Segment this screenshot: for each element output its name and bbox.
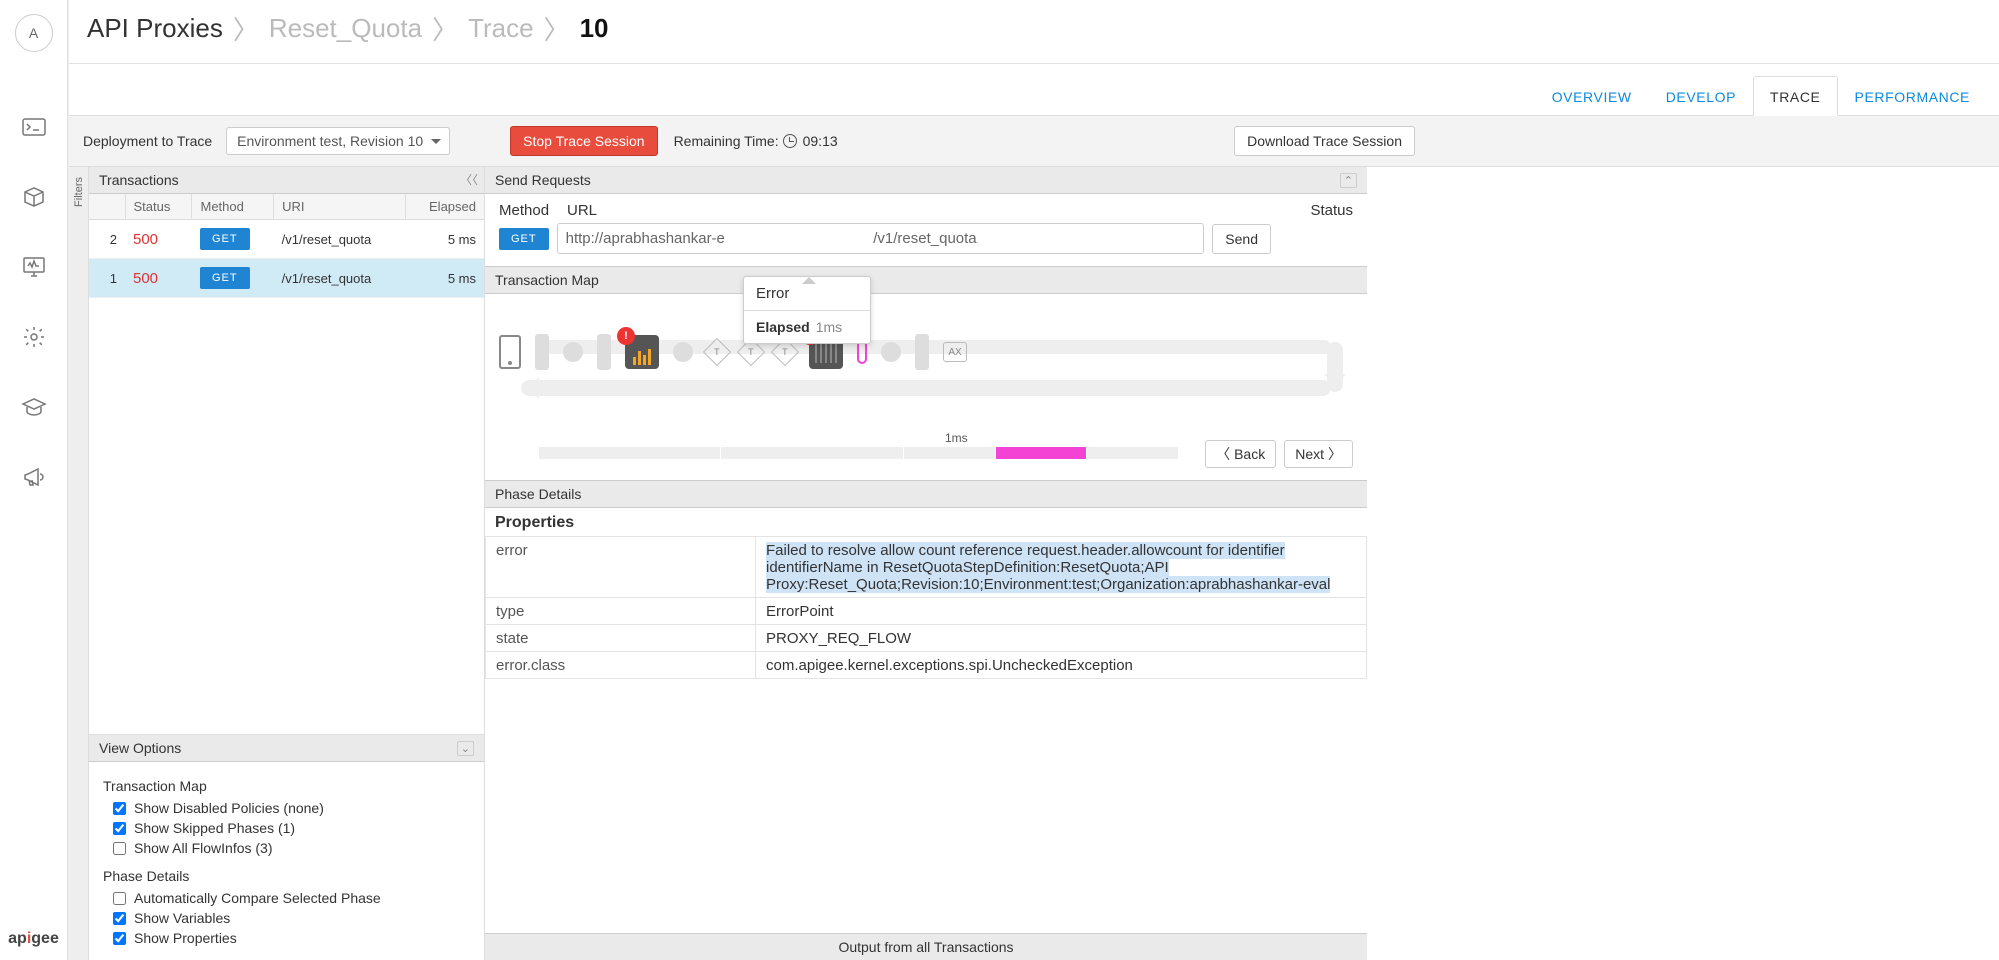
opt-skipped-phases[interactable]: Show Skipped Phases (1) [113, 820, 470, 836]
clock-icon [783, 134, 797, 148]
url-input[interactable]: http://aprabhashankar-e /v1/reset_quota [557, 223, 1205, 254]
grad-cap-icon[interactable] [21, 394, 47, 420]
send-button[interactable]: Send [1212, 224, 1271, 254]
back-button[interactable]: 〈Back [1205, 440, 1276, 468]
client-icon[interactable] [499, 335, 521, 369]
analytics-icon[interactable]: AX [943, 342, 967, 362]
gear-icon[interactable] [21, 324, 47, 350]
url-label: URL [567, 202, 1283, 219]
breadcrumb: API Proxies 〉 Reset_Quota 〉 Trace 〉 10 [69, 0, 1999, 64]
flow-step[interactable] [563, 342, 583, 362]
col-elapsed: Elapsed [405, 194, 484, 220]
col-uri: URI [274, 194, 405, 220]
environment-dropdown[interactable]: Environment test, Revision 10 [226, 127, 450, 155]
apigee-logo: apigee [8, 930, 59, 948]
megaphone-icon[interactable] [21, 464, 47, 490]
transaction-map-header: Transaction Map [485, 266, 1367, 294]
tabs-bar: OVERVIEW DEVELOP TRACE PERFORMANCE [69, 64, 1999, 116]
view-options-header: View Options ⌄ [89, 735, 484, 762]
chevron-left-icon: 〈 [1216, 444, 1230, 464]
status-label: Status [1283, 202, 1353, 219]
tab-overview[interactable]: OVERVIEW [1535, 76, 1649, 116]
flow-bar [597, 334, 611, 370]
method-button[interactable]: GET [499, 228, 549, 250]
opt-all-flowinfos[interactable]: Show All FlowInfos (3) [113, 840, 470, 856]
property-row: typeErrorPoint [486, 598, 1367, 625]
crumb-proxy[interactable]: Reset_Quota [269, 13, 422, 44]
property-row: statePROXY_REQ_FLOW [486, 625, 1367, 652]
properties-title: Properties [485, 508, 1367, 536]
opt-show-properties[interactable]: Show Properties [113, 930, 470, 946]
transactions-table: Status Method URI Elapsed 2 500 GET /v1/… [89, 194, 484, 298]
timeline-label: 1ms [945, 431, 968, 445]
output-bar: Output from all Transactions [485, 933, 1367, 960]
chevron-right-icon: 〉 [1328, 444, 1342, 464]
vo-tm-title: Transaction Map [103, 778, 470, 794]
content: Filters Transactions 〈〈 Status Meth [69, 167, 1999, 960]
timeline-row: 1ms 〈Back Next〉 [485, 400, 1367, 480]
tab-performance[interactable]: PERFORMANCE [1838, 76, 1988, 116]
avatar[interactable]: A [15, 14, 53, 52]
flow-step[interactable] [881, 342, 901, 362]
view-options: View Options ⌄ Transaction Map Show Disa… [89, 734, 484, 960]
tab-trace[interactable]: TRACE [1753, 76, 1837, 116]
timeline[interactable]: 1ms [539, 447, 1179, 461]
phase-details-header: Phase Details [485, 480, 1367, 508]
monitor-icon[interactable] [21, 254, 47, 280]
crumb-revision: 10 [580, 13, 609, 44]
transaction-row[interactable]: 2 500 GET /v1/reset_quota 5 ms [89, 220, 484, 259]
chevron-right-icon: 〉 [544, 10, 570, 47]
col-status: Status [125, 194, 192, 220]
remaining-time: Remaining Time: 09:13 [674, 133, 838, 149]
transactions-header: Transactions 〈〈 [89, 167, 484, 194]
opt-disabled-policies[interactable]: Show Disabled Policies (none) [113, 800, 470, 816]
flow-bar [535, 334, 549, 370]
download-trace-button[interactable]: Download Trace Session [1234, 126, 1415, 156]
left-panel: Filters Transactions 〈〈 Status Meth [69, 167, 485, 960]
box-icon[interactable] [21, 184, 47, 210]
collapse-left-icon[interactable]: 〈〈 [460, 171, 478, 188]
tooltip-title: Error [744, 277, 870, 311]
trace-toolbar: Deployment to Trace Environment test, Re… [69, 116, 1999, 167]
main: API Proxies 〉 Reset_Quota 〉 Trace 〉 10 O… [68, 0, 1999, 960]
method-label: Method [499, 202, 567, 219]
left-rail: A apigee [0, 0, 68, 960]
error-badge-icon: ! [617, 327, 635, 345]
quota-policy-icon[interactable]: ! [625, 335, 659, 369]
property-row: errorFailed to resolve allow count refer… [486, 537, 1367, 598]
flow-step[interactable] [673, 342, 693, 362]
error-tooltip: Error Elapsed1ms [743, 276, 871, 344]
deployment-label: Deployment to Trace [83, 133, 212, 149]
opt-show-variables[interactable]: Show Variables [113, 910, 470, 926]
opt-auto-compare[interactable]: Automatically Compare Selected Phase [113, 890, 470, 906]
next-button[interactable]: Next〉 [1284, 440, 1353, 468]
col-method: Method [192, 194, 274, 220]
terminal-icon[interactable] [21, 114, 47, 140]
method-badge: GET [200, 228, 250, 250]
chevron-right-icon: 〉 [233, 10, 259, 47]
property-row: error.classcom.apigee.kernel.exceptions.… [486, 652, 1367, 679]
properties-table: errorFailed to resolve allow count refer… [485, 536, 1367, 679]
transaction-map: Error Elapsed1ms ! T T [485, 294, 1367, 400]
transaction-row[interactable]: 1 500 GET /v1/reset_quota 5 ms [89, 259, 484, 298]
right-panel: Send Requests ⌃ Method URL Status GET ht… [485, 167, 1367, 960]
chevron-up-icon[interactable]: ⌃ [1340, 173, 1357, 188]
send-requests-header: Send Requests ⌃ [485, 167, 1367, 194]
chevron-right-icon: 〉 [432, 10, 458, 47]
filters-toggle[interactable]: Filters [69, 167, 89, 960]
stop-trace-button[interactable]: Stop Trace Session [510, 126, 657, 156]
crumb-root[interactable]: API Proxies [87, 13, 223, 44]
method-badge: GET [200, 267, 250, 289]
flow-bar [915, 334, 929, 370]
chevron-down-icon[interactable]: ⌄ [457, 741, 474, 756]
vo-pd-title: Phase Details [103, 868, 470, 884]
tab-develop[interactable]: DEVELOP [1649, 76, 1753, 116]
crumb-section[interactable]: Trace [468, 13, 534, 44]
